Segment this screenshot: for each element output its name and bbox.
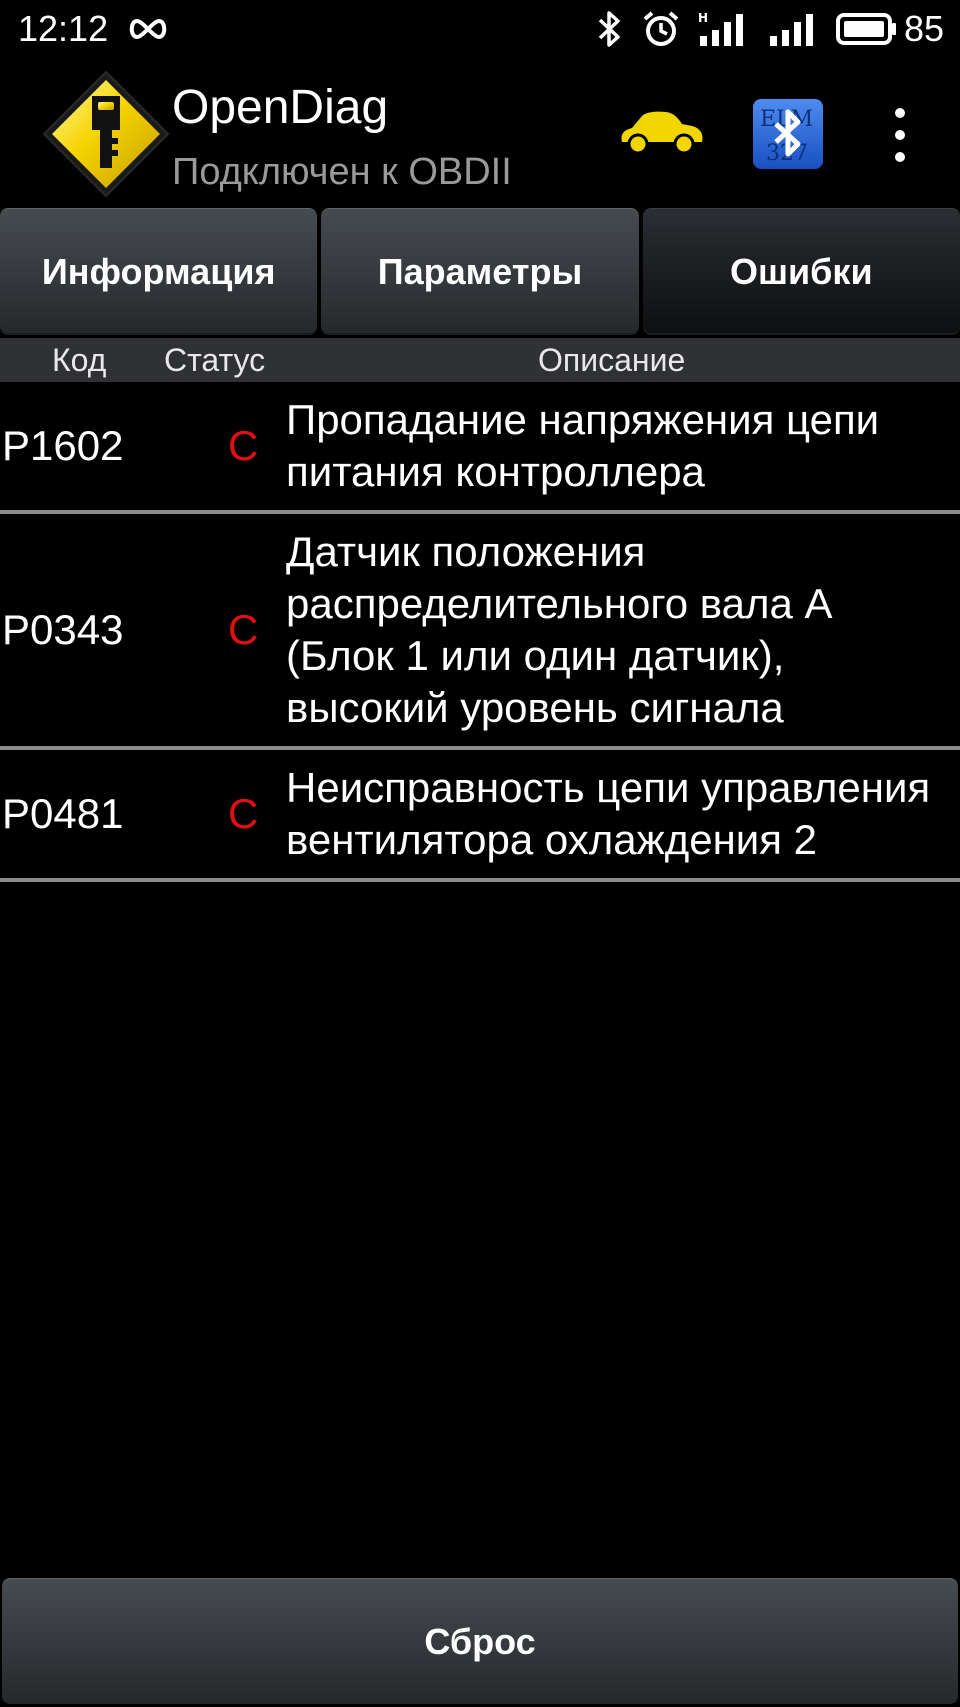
error-list: P1602 C Пропадание напряжения цепи питан… xyxy=(0,382,960,882)
status-left: 12:12 xyxy=(18,8,170,50)
connection-status: Подключен к OBDII xyxy=(172,151,512,193)
table-header: Код Статус Описание xyxy=(0,338,960,382)
status-bar: 12:12 H 85 xyxy=(0,0,960,58)
bluetooth-status-icon xyxy=(598,11,620,47)
alarm-icon xyxy=(643,11,679,46)
tab-information[interactable]: Информация xyxy=(0,208,318,335)
error-code: P0481 xyxy=(2,790,124,837)
opendiag-key-logo-icon xyxy=(42,70,170,198)
error-description: Пропадание напряжения цепи питания контр… xyxy=(286,396,880,495)
signal-h-icon: H xyxy=(698,11,743,46)
car-icon[interactable] xyxy=(616,108,706,156)
status-time: 12:12 xyxy=(18,8,109,49)
error-status: C xyxy=(228,606,259,653)
signal-icon xyxy=(769,14,813,46)
table-row[interactable]: P0343 C Датчик положения распределительн… xyxy=(0,514,960,750)
header-description: Описание xyxy=(538,342,686,378)
error-description: Неисправность цепи управления вентилятор… xyxy=(286,764,931,863)
header-status: Статус xyxy=(164,342,266,378)
app-title: OpenDiag xyxy=(172,81,389,134)
tab-errors[interactable]: Ошибки xyxy=(642,208,960,335)
menu-dot xyxy=(895,152,905,162)
bluetooth-elm327-icon[interactable]: ELM 327 xyxy=(752,98,824,170)
svg-text:H: H xyxy=(698,11,708,25)
error-code: P1602 xyxy=(2,422,124,469)
tab-parameters[interactable]: Параметры xyxy=(321,208,639,335)
menu-dot xyxy=(895,108,905,118)
status-right: H 85 xyxy=(596,8,944,50)
infinity-icon xyxy=(129,18,167,40)
battery-level: 85 xyxy=(903,8,944,49)
table-row[interactable]: P0481 C Неисправность цепи управления ве… xyxy=(0,750,960,882)
overflow-menu-icon[interactable] xyxy=(880,108,920,162)
error-status: C xyxy=(228,790,259,837)
battery-icon xyxy=(835,13,896,45)
error-status: C xyxy=(228,422,259,469)
menu-dot xyxy=(895,130,905,140)
table-row[interactable]: P1602 C Пропадание напряжения цепи питан… xyxy=(0,382,960,514)
error-code: P0343 xyxy=(2,606,124,653)
header-code: Код xyxy=(52,342,107,378)
tab-bar: Информация Параметры Ошибки xyxy=(0,208,960,336)
reset-button[interactable]: Сброс xyxy=(2,1578,958,1704)
action-bar: OpenDiag Подключен к OBDII ELM 327 xyxy=(0,58,960,206)
error-description: Датчик положения распределительного вала… xyxy=(286,528,833,731)
